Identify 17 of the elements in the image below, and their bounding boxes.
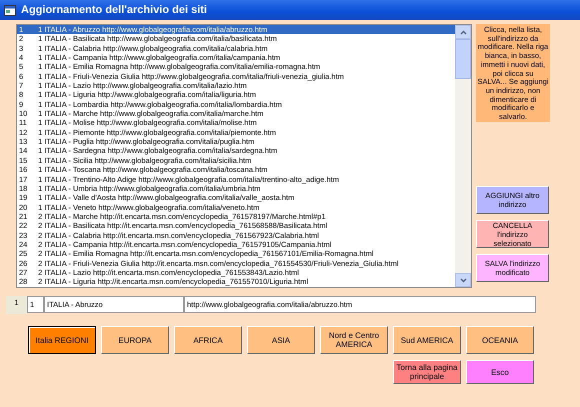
footer-button[interactable]: Esco <box>466 360 534 384</box>
region-button[interactable]: Italia REGIONI <box>28 326 96 354</box>
footer-button[interactable]: Torna alla pagina principale <box>393 360 461 384</box>
window-title: Aggiornamento dell'archivio dei siti <box>21 4 207 16</box>
region-button[interactable]: EUROPA <box>101 326 169 354</box>
region-button[interactable]: Sud AMERICA <box>393 326 461 354</box>
scroll-up-button[interactable] <box>455 25 471 39</box>
window-icon <box>4 4 16 16</box>
scrollbar[interactable] <box>455 25 471 287</box>
caret-down-icon <box>460 278 466 282</box>
region-button[interactable]: Nord e Centro AMERICA <box>320 326 388 354</box>
region-button[interactable]: OCEANIA <box>466 326 534 354</box>
region-button[interactable]: ASIA <box>247 326 315 354</box>
scroll-down-button[interactable] <box>455 273 471 287</box>
scroll-thumb[interactable] <box>455 39 471 79</box>
caret-up-icon <box>460 30 466 34</box>
region-button[interactable]: AFRICA <box>174 326 242 354</box>
